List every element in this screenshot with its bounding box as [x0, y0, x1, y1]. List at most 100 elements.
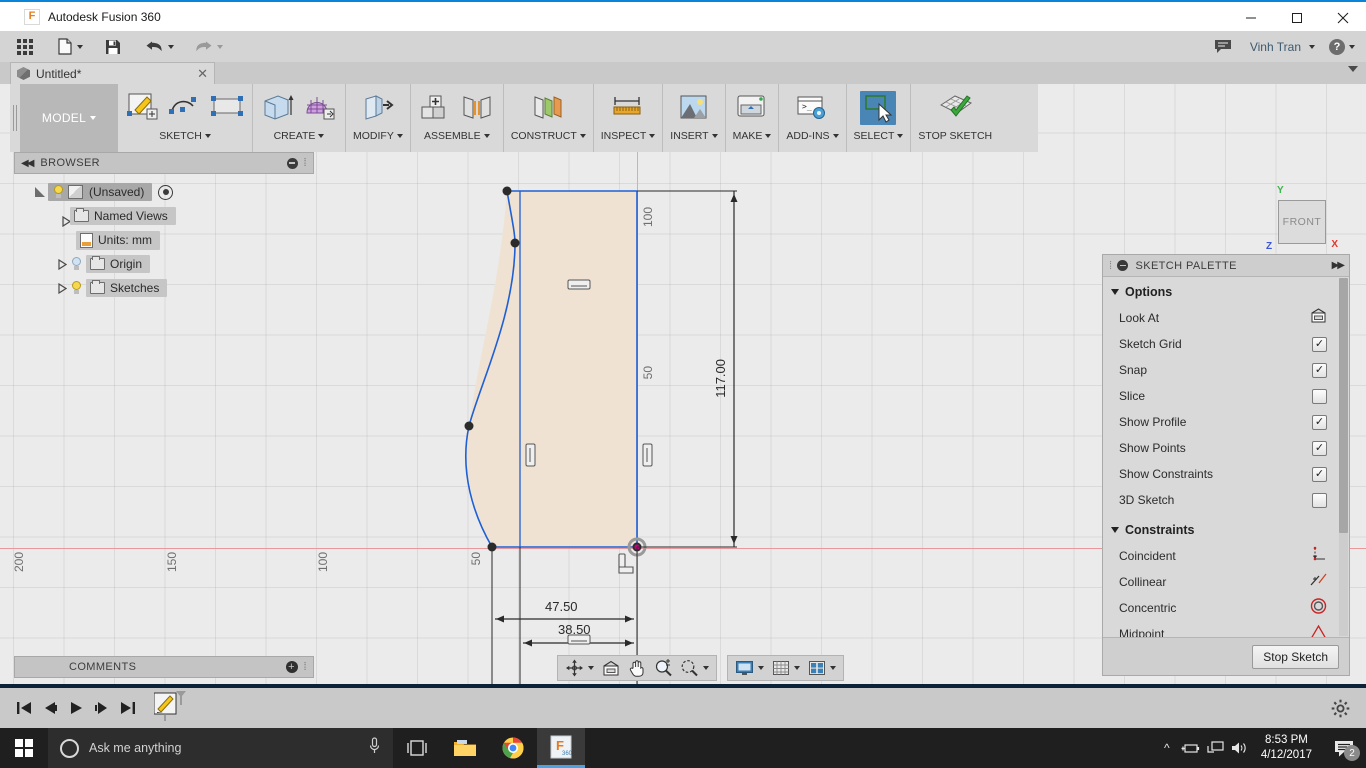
toolbar-group-construct-label[interactable]: CONSTRUCT — [511, 130, 586, 142]
toolbar-grip[interactable] — [10, 84, 20, 152]
skip-to-start-icon[interactable] — [16, 700, 32, 716]
action-center-icon[interactable]: 2 — [1322, 728, 1366, 768]
play-icon[interactable] — [68, 700, 84, 716]
grid-snaps-icon[interactable] — [768, 657, 804, 679]
timeline-settings-icon[interactable] — [1331, 699, 1350, 723]
checkbox-3d-sketch[interactable] — [1312, 492, 1327, 508]
add-comment-icon[interactable]: + — [285, 661, 298, 673]
view-cube[interactable]: FRONT Y X Z — [1266, 185, 1338, 252]
close-button[interactable] — [1320, 2, 1366, 33]
tree-row-root[interactable]: (Unsaved) — [14, 180, 314, 204]
toolbar-group-create-label[interactable]: CREATE — [274, 130, 325, 142]
rectangle-icon[interactable] — [209, 91, 245, 125]
minimize-button[interactable] — [1228, 2, 1274, 33]
collapse-ribbon-icon[interactable] — [1348, 66, 1358, 72]
spline-icon[interactable] — [167, 91, 203, 125]
palette-row-look-at[interactable]: Look At — [1103, 305, 1349, 331]
visibility-bulb-icon[interactable] — [52, 185, 65, 199]
stop-sketch-button[interactable]: Stop Sketch — [1252, 644, 1339, 669]
browser-collapse-icon[interactable]: ◀◀ — [21, 158, 34, 169]
toolbar-group-addins-label[interactable]: ADD-INS — [786, 130, 839, 142]
look-at-icon[interactable] — [1310, 308, 1327, 328]
save-icon[interactable] — [98, 31, 128, 62]
view-cube-face[interactable]: FRONT — [1278, 200, 1326, 244]
palette-minimize-icon[interactable] — [1117, 260, 1129, 271]
microphone-icon[interactable] — [368, 736, 381, 760]
concentric-constraint-icon[interactable] — [1310, 597, 1327, 619]
tree-row-named-views[interactable]: Named Views — [14, 204, 314, 228]
orbit-icon[interactable] — [561, 657, 598, 679]
network-icon[interactable] — [1203, 728, 1227, 768]
volume-icon[interactable] — [1227, 728, 1251, 768]
step-back-icon[interactable] — [42, 700, 58, 716]
press-pull-icon[interactable] — [360, 91, 396, 125]
file-explorer-icon[interactable] — [441, 728, 489, 768]
palette-row-snap[interactable]: Snap ✓ — [1103, 357, 1349, 383]
look-at-icon[interactable] — [598, 657, 624, 679]
section-constraints[interactable]: Constraints — [1103, 513, 1349, 543]
palette-row-sketch-grid[interactable]: Sketch Grid ✓ — [1103, 331, 1349, 357]
visibility-bulb-origin-icon[interactable] — [70, 257, 83, 271]
expand-arrow-root-icon[interactable] — [32, 187, 48, 197]
toolbar-group-select-label[interactable]: SELECT — [854, 130, 904, 142]
joint-icon[interactable] — [460, 91, 496, 125]
create-sketch-icon[interactable] — [125, 91, 161, 125]
form-sculpt-icon[interactable] — [302, 91, 338, 125]
display-settings-icon[interactable] — [731, 657, 768, 679]
stop-sketch-icon[interactable] — [937, 91, 973, 125]
tree-row-units[interactable]: Units: mm — [14, 228, 314, 252]
checkbox-show-profile[interactable]: ✓ — [1312, 414, 1327, 430]
palette-row-concentric[interactable]: Concentric — [1103, 595, 1349, 621]
measure-icon[interactable] — [610, 91, 646, 125]
palette-scroll-thumb[interactable] — [1339, 278, 1348, 533]
dimension-100[interactable]: 100 — [641, 207, 655, 227]
close-tab-icon[interactable]: ✕ — [197, 66, 208, 82]
document-tab[interactable]: Untitled* ✕ — [10, 62, 215, 84]
toolbar-group-assemble-label[interactable]: ASSEMBLE — [424, 130, 490, 142]
expand-arrow-sketches-icon[interactable] — [54, 282, 70, 294]
3d-print-icon[interactable] — [734, 91, 770, 125]
tree-row-sketches[interactable]: Sketches — [14, 276, 314, 300]
palette-row-show-constraints[interactable]: Show Constraints ✓ — [1103, 461, 1349, 487]
palette-drag-grip[interactable]: ⁞ — [1109, 260, 1112, 272]
palette-row-coincident[interactable]: Coincident — [1103, 543, 1349, 569]
select-tool-icon[interactable] — [860, 91, 897, 125]
undo-icon[interactable] — [138, 31, 181, 62]
timeline-feature-marker[interactable] — [153, 688, 188, 728]
battery-icon[interactable] — [1179, 728, 1203, 768]
new-component-icon[interactable] — [418, 91, 454, 125]
checkbox-sketch-grid[interactable]: ✓ — [1312, 336, 1327, 352]
collinear-constraint-icon[interactable] — [1310, 572, 1327, 593]
toolbar-group-sketch-label[interactable]: SKETCH — [159, 130, 211, 142]
browser-resize-grip[interactable]: ⁞ — [304, 157, 307, 169]
toolbar-group-inspect-label[interactable]: INSPECT — [601, 130, 656, 142]
tray-expand-chevron-icon[interactable]: ^ — [1155, 728, 1179, 768]
zoom-fit-icon[interactable] — [676, 657, 713, 679]
toolbar-group-stop-sketch-label[interactable]: STOP SKETCH — [918, 130, 992, 142]
redo-icon[interactable] — [187, 31, 230, 62]
section-options[interactable]: Options — [1103, 277, 1349, 305]
dimension-50[interactable]: 50 — [641, 366, 655, 379]
tree-row-origin[interactable]: Origin — [14, 252, 314, 276]
coincident-constraint-icon[interactable] — [1310, 546, 1327, 567]
palette-row-3d-sketch[interactable]: 3D Sketch — [1103, 487, 1349, 513]
toolbar-group-make-label[interactable]: MAKE — [733, 130, 772, 142]
expand-arrow-origin-icon[interactable] — [54, 258, 70, 270]
palette-row-midpoint[interactable]: Midpoint — [1103, 621, 1349, 637]
palette-expand-icon[interactable]: ▶▶ — [1332, 260, 1345, 271]
maximize-button[interactable] — [1274, 2, 1320, 33]
cortana-circle-icon[interactable] — [60, 738, 79, 758]
palette-row-show-points[interactable]: Show Points ✓ — [1103, 435, 1349, 461]
dimension-117[interactable]: 117.00 — [713, 359, 728, 398]
pan-hand-icon[interactable] — [624, 657, 650, 679]
fusion-360-icon[interactable]: F 360 — [537, 728, 585, 768]
taskbar-search[interactable]: Ask me anything — [48, 728, 393, 768]
offset-plane-icon[interactable] — [530, 91, 566, 125]
dimension-38-50[interactable]: 38.50 — [558, 622, 591, 637]
skip-to-end-icon[interactable] — [120, 700, 136, 716]
browser-minimize-icon[interactable] — [286, 157, 298, 169]
help-menu[interactable]: ? — [1322, 31, 1362, 62]
task-view-icon[interactable] — [393, 728, 441, 768]
toolbar-group-modify-label[interactable]: MODIFY — [353, 130, 403, 142]
scripts-addins-icon[interactable]: >_ — [794, 91, 830, 125]
